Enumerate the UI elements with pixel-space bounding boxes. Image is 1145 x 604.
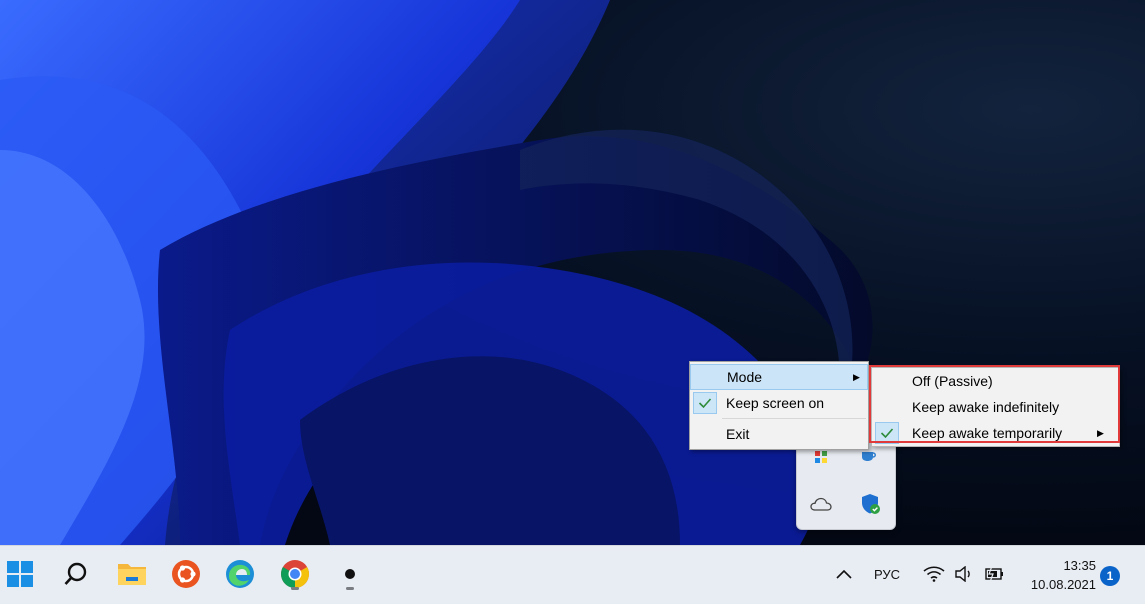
menu-item-keep-screen-on-label: Keep screen on [726,395,825,411]
folder-icon [118,564,146,585]
submenu-item-keep-awake-indefinitely[interactable]: Keep awake indefinitely [872,394,1119,420]
menu-item-mode[interactable]: Mode ▶ [690,364,868,390]
menu-separator [722,418,866,419]
ubuntu-icon [172,560,200,588]
search-icon [64,562,87,585]
menu-item-exit[interactable]: Exit [690,421,868,447]
awake-context-menu: Mode ▶ Keep screen on Exit [689,361,869,450]
bloom-wallpaper-art [0,0,873,545]
defender-shield-icon[interactable] [859,492,883,516]
language-indicator[interactable]: РУС [874,567,900,582]
submenu-item-keep-awake-temporarily[interactable]: Keep awake temporarily ▶ [872,420,1119,446]
tray-overflow-flyout [796,436,896,530]
submenu-item-off-passive-label: Off (Passive) [912,373,993,389]
search-button[interactable] [56,554,96,594]
running-indicator [291,587,299,590]
edge-button[interactable] [220,554,260,594]
edge-icon [226,560,254,588]
chevron-up-icon [836,569,852,579]
submenu-item-keep-awake-temporarily-label: Keep awake temporarily [912,425,1063,441]
submenu-arrow-icon: ▶ [853,371,860,382]
submenu-item-off-passive[interactable]: Off (Passive) [872,368,1119,394]
running-indicator [346,587,354,590]
onedrive-cloud-icon[interactable] [809,492,833,516]
show-hidden-icons-button[interactable] [824,554,864,594]
ubuntu-button[interactable] [166,554,206,594]
battery-charging-icon [985,566,1003,582]
submenu-item-keep-awake-indefinitely-label: Keep awake indefinitely [912,399,1060,415]
file-explorer-button[interactable] [112,554,152,594]
app-dot-icon [345,569,355,579]
wifi-icon [923,566,945,582]
battery-status[interactable] [976,554,1012,594]
menu-item-mode-label: Mode [727,369,763,385]
taskbar: РУС 13:35 10.08.2021 1 [0,545,1145,604]
windows-logo-icon [7,561,33,587]
speaker-icon [955,566,970,582]
clock-time: 13:35 [1063,558,1096,573]
start-button[interactable] [0,554,40,594]
clock[interactable]: 13:35 10.08.2021 [1016,556,1096,594]
chrome-button[interactable] [275,554,315,594]
checkmark-icon [693,392,717,414]
terminal-button[interactable] [330,554,370,594]
mode-submenu: Off (Passive) Keep awake indefinitely Ke… [871,367,1120,447]
clock-date: 10.08.2021 [1030,577,1096,592]
chrome-icon [281,560,309,588]
notification-badge[interactable]: 1 [1100,566,1120,586]
menu-item-exit-label: Exit [726,426,750,442]
menu-item-keep-screen-on[interactable]: Keep screen on [690,390,868,416]
checkmark-icon [875,422,899,444]
submenu-arrow-icon: ▶ [1097,427,1104,438]
desktop-wallpaper [0,0,1145,545]
